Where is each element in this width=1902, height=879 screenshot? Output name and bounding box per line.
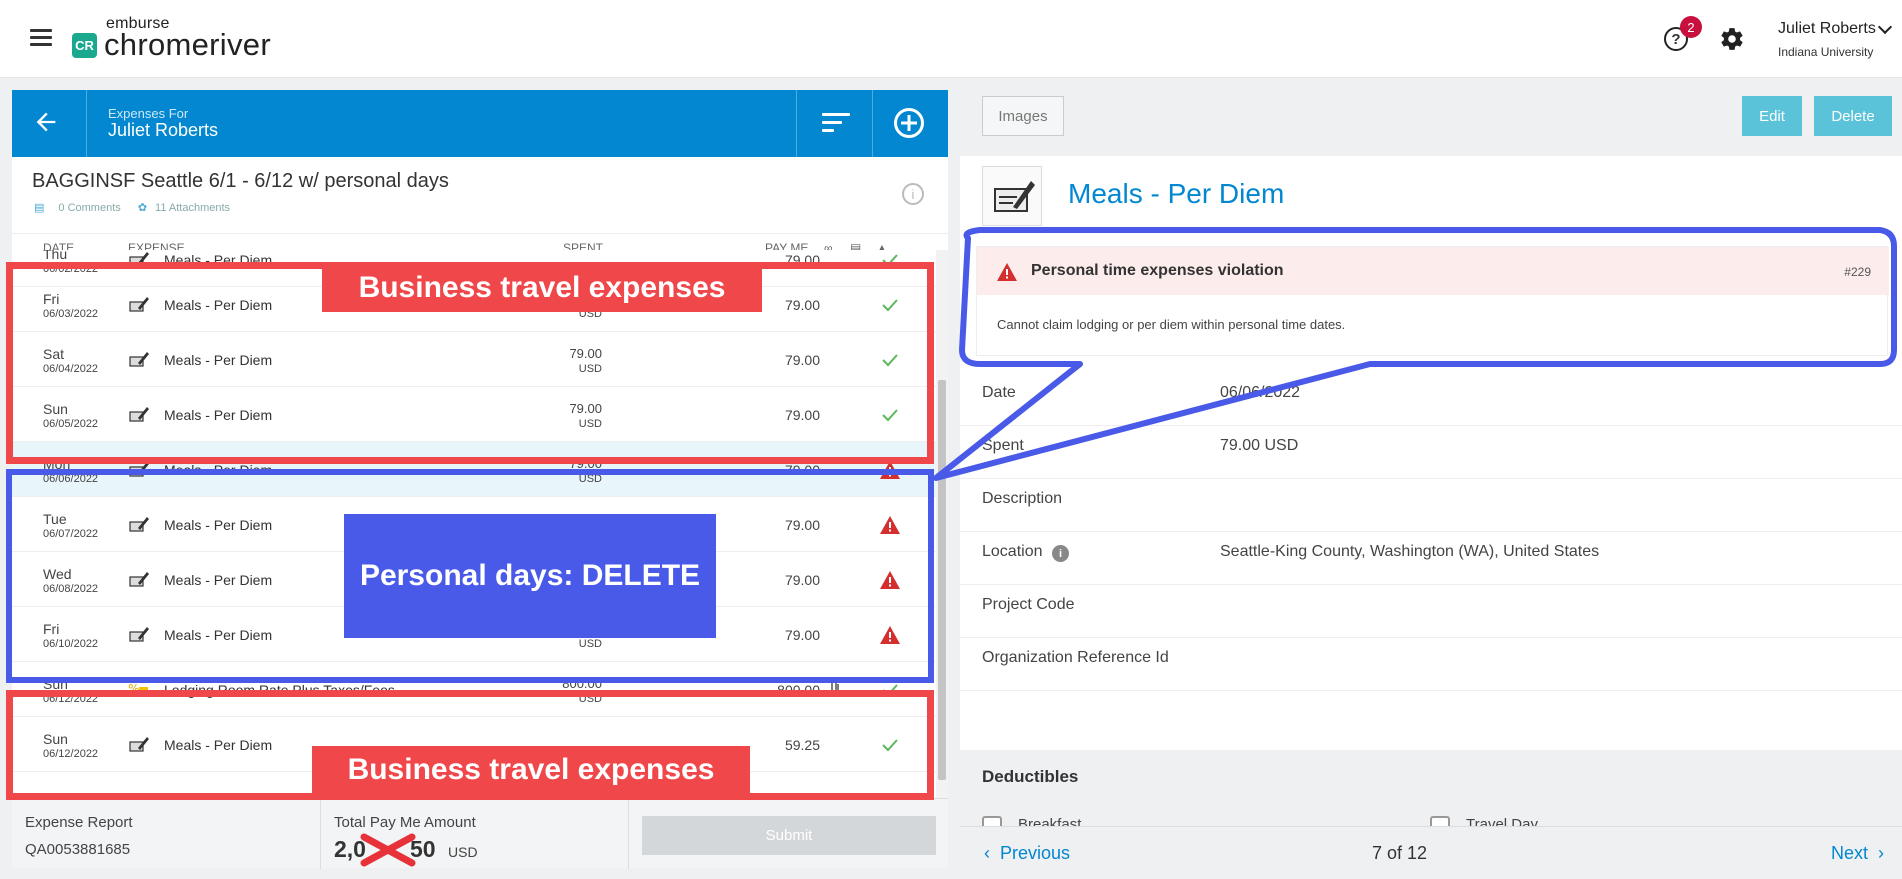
total-amount-end: 50 [410, 836, 436, 862]
field-value: Seattle-King County, Washington (WA), Un… [1220, 543, 1600, 560]
info-icon[interactable]: i [902, 183, 924, 205]
previous-label: Previous [1000, 843, 1071, 863]
back-arrow-icon[interactable] [32, 108, 62, 138]
info-icon[interactable]: i [1052, 545, 1069, 562]
field-label: Project Code [982, 596, 1075, 613]
brand-chromeriver: chromeriver [104, 27, 271, 62]
cross-out-mark [360, 833, 416, 867]
previous-button[interactable]: ‹ Previous [984, 843, 1070, 864]
meal-expense-icon [982, 166, 1042, 226]
user-organization: Indiana University [1778, 45, 1874, 59]
scroll-thumb[interactable] [938, 380, 946, 780]
business-top-annotation-label: Business travel expenses [322, 264, 762, 312]
violation-message: Cannot claim lodging or per diem within … [997, 317, 1346, 332]
comments-count[interactable]: 0 Comments [58, 202, 120, 214]
row-day: Thu [43, 250, 68, 262]
personal-days-annotation-label: Personal days: DELETE [344, 514, 716, 638]
divider [796, 90, 797, 157]
divider [628, 799, 629, 869]
next-label: Next [1830, 843, 1868, 863]
total-currency: USD [448, 844, 478, 860]
deductibles-title: Deductibles [982, 767, 1079, 786]
field-label: Spent [982, 437, 1024, 454]
report-summary: BAGGINSF Seattle 6/1 - 6/12 w/ personal … [12, 157, 948, 233]
scrollbar[interactable] [936, 250, 948, 798]
hamburger-menu-icon[interactable] [30, 29, 52, 47]
field-value: 79.00 USD [1220, 437, 1299, 454]
field-organization-reference-id: Organization Reference Id [960, 627, 1902, 691]
divider [872, 90, 873, 157]
warning-icon [997, 263, 1017, 281]
attachments-count[interactable]: 11 Attachments [155, 202, 230, 214]
paperclip-icon[interactable]: ✿ [138, 202, 147, 214]
gear-icon[interactable] [1719, 26, 1745, 52]
detail-pager: ‹ Previous 7 of 12 Next › [960, 826, 1902, 879]
chromeriver-logo-icon: CR [72, 33, 97, 58]
field-label: Date [982, 384, 1016, 401]
violation-header: Personal time expenses violation #229 [977, 247, 1889, 295]
expenses-header: Expenses For Juliet Roberts [12, 90, 948, 157]
field-label: Description [982, 490, 1063, 507]
comment-icon[interactable]: ▤ [34, 202, 44, 214]
page-indicator: 7 of 12 [1372, 843, 1428, 863]
notification-badge: 2 [1680, 16, 1702, 38]
business-bottom-annotation-label: Business travel expenses [312, 746, 750, 794]
total-label: Total Pay Me Amount [334, 814, 476, 831]
expense-detail-panel: Images Edit Delete Meals - Per Diem Pers… [960, 78, 1902, 879]
report-meta: ▤ 0 Comments ✿ 11 Attachments [34, 201, 244, 214]
user-name[interactable]: Juliet Roberts [1778, 20, 1876, 38]
edit-button[interactable]: Edit [1742, 96, 1802, 136]
chevron-down-icon[interactable] [1877, 19, 1893, 35]
field-label: Organization Reference Id [982, 649, 1169, 666]
submit-button[interactable]: Submit [642, 816, 936, 855]
header-caption: Expenses For [108, 106, 189, 121]
violation-card: Personal time expenses violation #229 Ca… [976, 246, 1889, 356]
expense-title: Meals - Per Diem [1068, 178, 1285, 209]
header-owner-name: Juliet Roberts [108, 120, 219, 140]
report-label: Expense Report [25, 814, 133, 831]
detail-toolbar: Images Edit Delete [960, 78, 1902, 156]
sort-icon[interactable] [822, 113, 850, 135]
top-bar: CR emburse chromeriver ? 2 Juliet Robert… [0, 0, 1902, 78]
report-id: QA0053881685 [25, 841, 131, 858]
field-value: 06/06/2022 [1220, 384, 1301, 401]
violation-title: Personal time expenses violation [1031, 262, 1284, 279]
report-title[interactable]: BAGGINSF Seattle 6/1 - 6/12 w/ personal … [32, 170, 449, 193]
field-label: Location [982, 543, 1043, 560]
divider [86, 90, 87, 157]
divider [320, 799, 321, 869]
report-footer: Expense Report QA0053881685 Total Pay Me… [12, 798, 948, 869]
delete-button[interactable]: Delete [1814, 96, 1892, 136]
add-expense-icon[interactable] [894, 108, 924, 138]
violation-number: #229 [1844, 265, 1871, 279]
next-button[interactable]: Next › [1831, 843, 1884, 864]
images-button[interactable]: Images [982, 96, 1064, 136]
